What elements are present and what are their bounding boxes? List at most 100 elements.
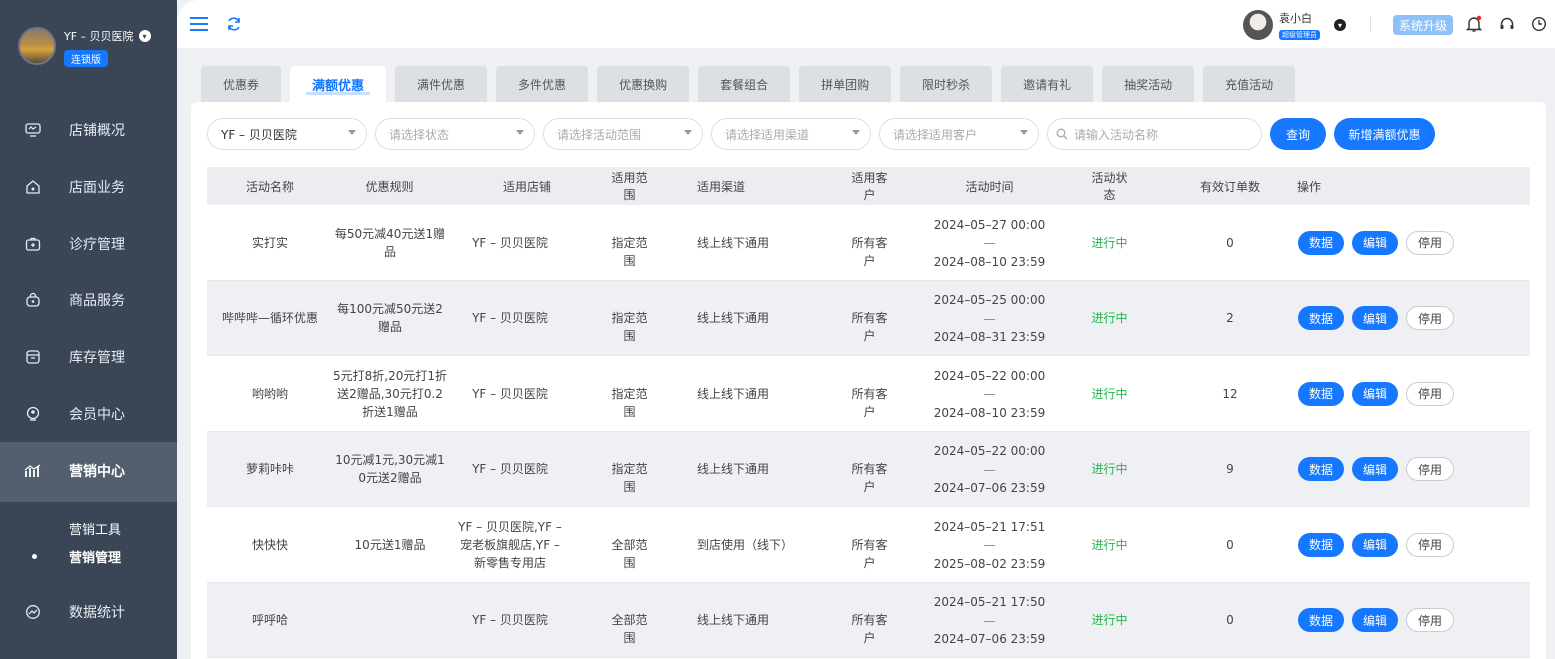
tab[interactable]: 优惠券: [201, 66, 282, 102]
cell-rule: 10元减1元,30元减1 0元送2赠品: [325, 451, 455, 487]
data-button[interactable]: 数据: [1298, 532, 1344, 557]
data-button[interactable]: 数据: [1298, 381, 1344, 406]
sidebar-item[interactable]: 会员中心: [0, 390, 177, 438]
sidebar-item[interactable]: 店铺概况: [0, 106, 177, 154]
data-button[interactable]: 数据: [1298, 230, 1344, 255]
sidebar-item[interactable]: 诊疗管理: [0, 220, 177, 268]
disable-button[interactable]: 停用: [1406, 532, 1454, 557]
content-panel: YF – 贝贝医院 请选择状态 请选择活动范围 请选择适用渠道 请选择适用客户 …: [191, 102, 1546, 659]
column-header: 有效订单数: [1200, 179, 1261, 194]
channel-select[interactable]: 请选择适用渠道: [711, 118, 871, 150]
menu-icon[interactable]: [189, 14, 209, 34]
cell-line: 宠老板旗舰店,YF –: [460, 537, 560, 552]
time-end: 2024–08–10 23:59: [933, 405, 1046, 420]
column-header: 活动时间: [965, 179, 1014, 194]
cell-scope: 指定范围: [611, 386, 648, 419]
tab[interactable]: 满件优惠: [395, 66, 488, 102]
user-menu[interactable]: 袁小白 超级管理员 ▾: [1243, 10, 1346, 40]
tab[interactable]: 抽奖活动: [1102, 66, 1195, 102]
chart-bars-icon: [24, 462, 42, 480]
time-end: 2024–08–31 23:59: [933, 330, 1046, 345]
sidebar-item[interactable]: 店面业务: [0, 163, 177, 211]
cell-customer: 所有客户: [851, 311, 888, 344]
headset-icon[interactable]: [1497, 14, 1517, 34]
sidebar-subitem[interactable]: 营销工具: [69, 519, 121, 538]
column-header: 操作: [1297, 179, 1322, 194]
clock-icon[interactable]: [1529, 14, 1549, 34]
sidebar-item[interactable]: 数据统计: [0, 588, 177, 636]
tab[interactable]: 邀请有礼: [1001, 66, 1094, 102]
cell-line: YF – 贝贝医院: [472, 235, 548, 250]
cell-status: 进行中: [1091, 311, 1128, 326]
add-promotion-button[interactable]: 新增满额优惠: [1334, 118, 1435, 150]
edit-button[interactable]: 编辑: [1352, 306, 1398, 331]
table-row: 哟哟哟 5元打8折,20元打1折 送2赠品,30元打0.2 折送1赠品 YF – 贝贝医…: [207, 356, 1530, 432]
sidebar-item[interactable]: 库存管理: [0, 333, 177, 381]
customer-select[interactable]: 请选择适用客户: [879, 118, 1039, 150]
time-end: 2024–07–06 23:59: [933, 632, 1046, 647]
cell-channel: 到店使用（线下）: [697, 537, 794, 552]
disable-button[interactable]: 停用: [1406, 457, 1454, 482]
chevron-down-icon[interactable]: ▾: [138, 30, 151, 42]
cell-name: 哔哔哔—循环优惠: [221, 311, 318, 326]
cell-channel: 线上线下通用: [697, 235, 770, 250]
column-header: 活动名称: [245, 179, 294, 194]
tab[interactable]: 套餐组合: [698, 66, 791, 102]
time-start: 2024–05–21 17:51: [933, 519, 1046, 534]
scope-select-placeholder: 请选择活动范围: [557, 127, 642, 142]
cell-name: 萝莉咔咔: [245, 462, 294, 477]
sidebar-subitem[interactable]: 营销管理: [69, 547, 121, 566]
user-role-badge: 超级管理员: [1279, 30, 1320, 40]
edit-button[interactable]: 编辑: [1352, 608, 1398, 633]
cell-orders: 0: [1226, 613, 1234, 628]
cell-channel: 线上线下通用: [697, 311, 770, 326]
brand[interactable]: YF – 贝贝医院 ▾ 连锁版: [18, 27, 151, 67]
sidebar-item-label: 店面业务: [69, 180, 125, 196]
query-button[interactable]: 查询: [1270, 118, 1326, 150]
status-select[interactable]: 请选择状态: [375, 118, 535, 150]
sidebar-item[interactable]: 商品服务: [0, 276, 177, 324]
bell-icon[interactable]: [1464, 14, 1484, 34]
edit-button[interactable]: 编辑: [1352, 532, 1398, 557]
time-start: 2024–05–21 17:50: [933, 595, 1046, 610]
upgrade-button[interactable]: 系统升级: [1393, 15, 1454, 35]
scope-select[interactable]: 请选择活动范围: [543, 118, 703, 150]
edit-button[interactable]: 编辑: [1352, 230, 1398, 255]
tab[interactable]: 优惠换购: [597, 66, 690, 102]
sidebar-item-label: 店铺概况: [69, 123, 125, 139]
channel-select-placeholder: 请选择适用渠道: [725, 127, 810, 142]
member-icon: [24, 405, 42, 423]
time-sep: —: [983, 462, 996, 477]
tab[interactable]: 充值活动: [1203, 66, 1296, 102]
search-input[interactable]: 请输入活动名称: [1047, 118, 1262, 150]
tab[interactable]: 满额优惠: [290, 66, 387, 102]
sidebar-item[interactable]: 营销中心: [0, 447, 177, 495]
disable-button[interactable]: 停用: [1406, 230, 1454, 255]
table-row: 哔哔哔—循环优惠 每100元减50元送2 赠品 YF – 贝贝医院 指定范围 线上线下通用…: [207, 280, 1530, 356]
brand-name: YF – 贝贝医院: [64, 30, 134, 43]
disable-button[interactable]: 停用: [1406, 306, 1454, 331]
tab[interactable]: 限时秒杀: [900, 66, 993, 102]
data-button[interactable]: 数据: [1298, 608, 1344, 633]
data-button[interactable]: 数据: [1298, 306, 1344, 331]
cell-line: 5元打8折,20元打1折: [333, 368, 447, 383]
tab[interactable]: 拼单团购: [799, 66, 892, 102]
edit-button[interactable]: 编辑: [1352, 457, 1398, 482]
box-icon: [24, 348, 42, 366]
disable-button[interactable]: 停用: [1406, 608, 1454, 633]
cell-store: YF – 贝贝医院: [452, 460, 568, 478]
cell-customer: 所有客户: [851, 537, 888, 570]
chevron-down-icon[interactable]: ▾: [1334, 19, 1346, 31]
refresh-icon[interactable]: [224, 14, 244, 34]
table-row: 快快快 10元送1赠品 YF – 贝贝医院,YF – 宠老板旗舰店,YF – 新零售专用…: [207, 507, 1530, 583]
medical-kit-icon: [24, 235, 42, 253]
time-sep: —: [983, 311, 996, 326]
time-start: 2024–05–22 00:00: [933, 444, 1046, 459]
store-select[interactable]: YF – 贝贝医院: [207, 118, 367, 150]
sidebar-item-label: 库存管理: [69, 350, 125, 366]
disable-button[interactable]: 停用: [1406, 381, 1454, 406]
edit-button[interactable]: 编辑: [1352, 381, 1398, 406]
tab[interactable]: 多件优惠: [496, 66, 589, 102]
data-button[interactable]: 数据: [1298, 457, 1344, 482]
cell-time: 2024–05–27 00:00 — 2024–08–10 23:59: [922, 216, 1057, 272]
